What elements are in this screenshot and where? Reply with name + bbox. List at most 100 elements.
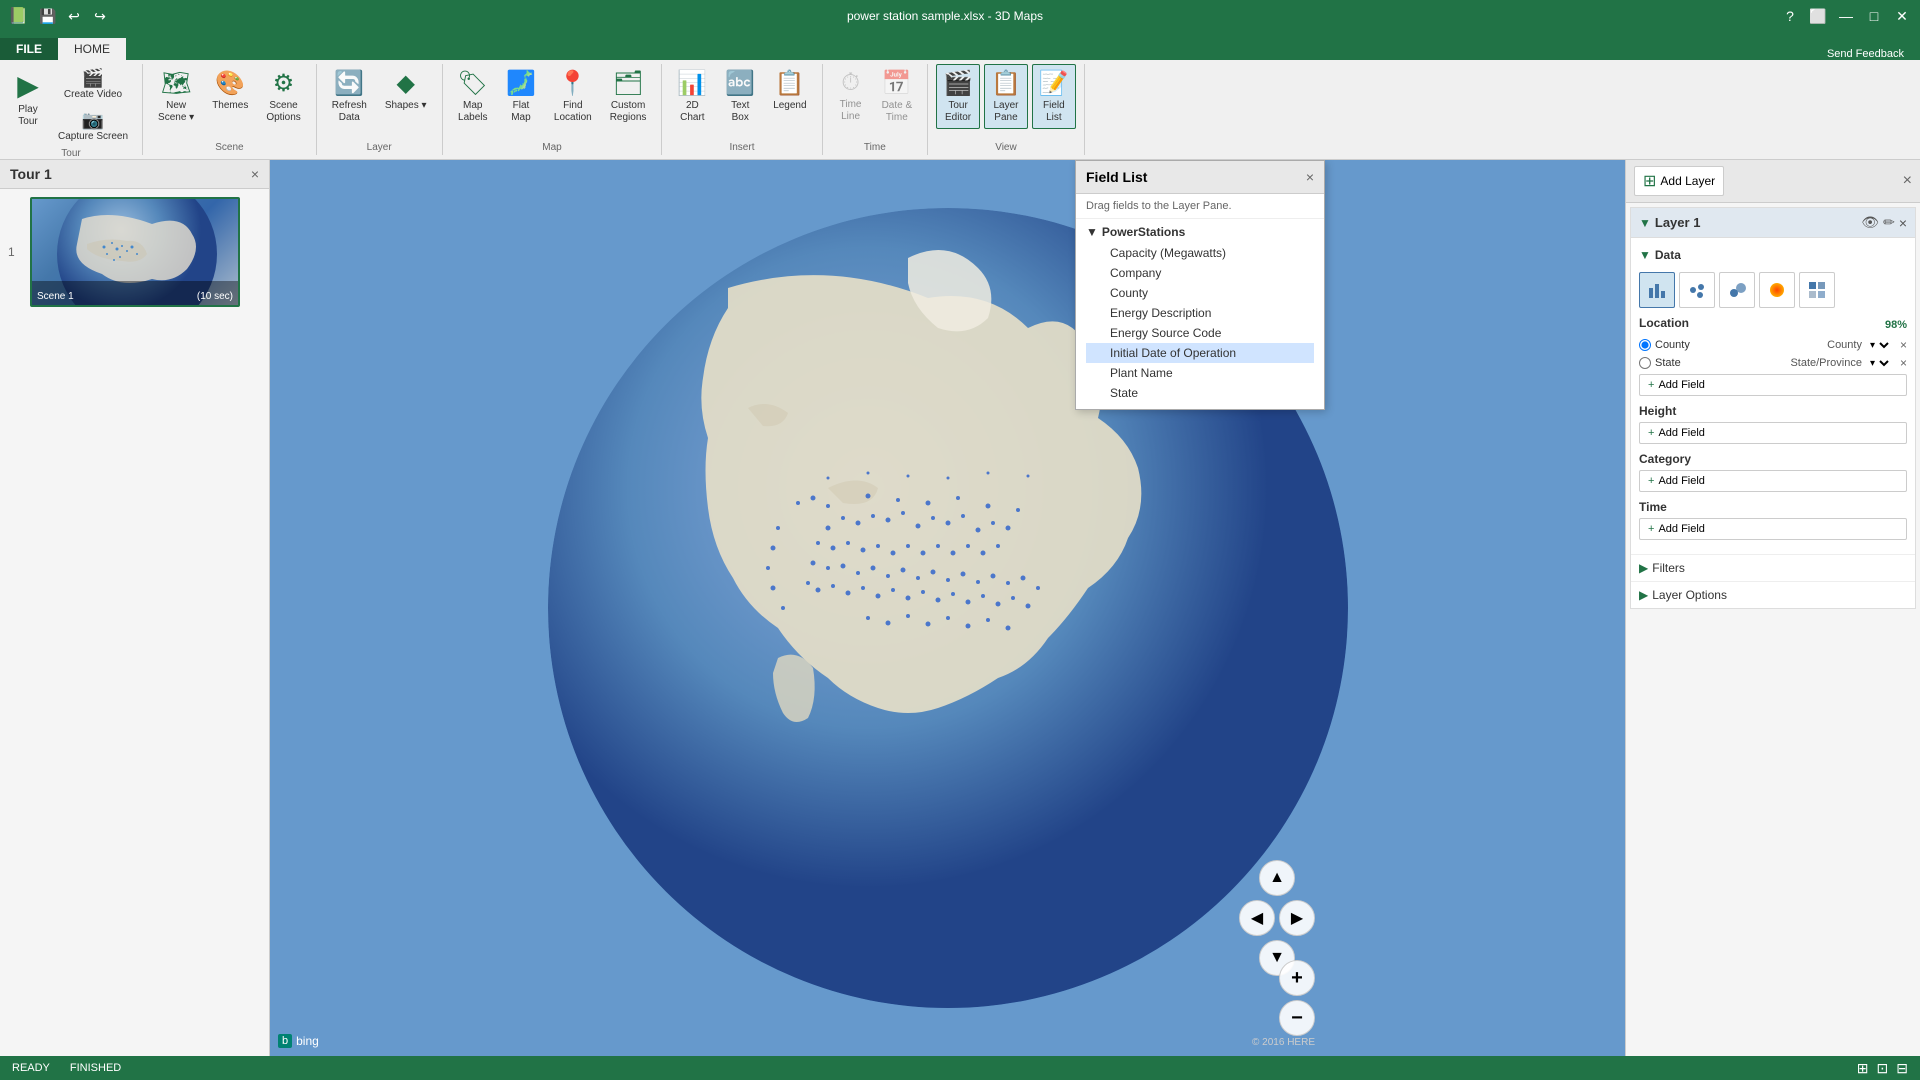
zoom-in-button[interactable]: +: [1279, 960, 1315, 996]
state-remove-button[interactable]: ×: [1900, 356, 1907, 370]
layer-panel-close-button[interactable]: ×: [1903, 172, 1912, 190]
field-group-header[interactable]: ▼ PowerStations: [1086, 225, 1314, 239]
field-list-button[interactable]: 📝 FieldList: [1032, 64, 1076, 129]
add-field-plus-icon: +: [1648, 379, 1654, 391]
field-initial-date[interactable]: Initial Date of Operation: [1086, 343, 1314, 363]
data-section-header[interactable]: ▼ Data: [1639, 244, 1907, 266]
tab-home[interactable]: HOME: [58, 38, 126, 60]
flat-map-icon: 🗾: [506, 69, 536, 98]
collapse-icon: ▼: [1086, 225, 1098, 239]
insert-group-label: Insert: [729, 140, 754, 155]
state-type-dropdown[interactable]: ▾: [1866, 357, 1892, 370]
capture-screen-button[interactable]: 📷 Capture Screen: [52, 106, 134, 146]
scene-item: 1: [8, 197, 261, 307]
county-type-dropdown[interactable]: ▾: [1866, 339, 1892, 352]
scene-options-button[interactable]: ⚙ SceneOptions: [259, 64, 307, 129]
filters-section[interactable]: ▶ Filters: [1631, 554, 1915, 581]
add-layer-button[interactable]: ⊞ Add Layer: [1634, 166, 1724, 196]
play-icon: ▶: [17, 69, 39, 102]
help-icon[interactable]: ?: [1780, 8, 1800, 24]
undo-icon[interactable]: ↩: [64, 8, 84, 25]
field-list-close-button[interactable]: ×: [1306, 169, 1314, 185]
tour-close-button[interactable]: ×: [251, 166, 259, 182]
layer-collapse-icon[interactable]: ▼: [1639, 216, 1651, 230]
viz-cluster-button[interactable]: [1679, 272, 1715, 308]
play-tour-button[interactable]: ▶ PlayTour: [8, 64, 48, 133]
status-icon-2[interactable]: ⊡: [1877, 1060, 1889, 1077]
layer-delete-button[interactable]: ×: [1899, 215, 1907, 231]
time-line-button: ⏱ TimeLine: [831, 64, 871, 128]
field-company[interactable]: Company: [1086, 263, 1314, 283]
category-add-field-button[interactable]: + Add Field: [1639, 470, 1907, 492]
filters-label: Filters: [1652, 561, 1685, 575]
scene-thumbnail[interactable]: Scene 1 (10 sec): [30, 197, 240, 307]
nav-up-button[interactable]: ▲: [1259, 860, 1295, 896]
viz-bubble-button[interactable]: [1719, 272, 1755, 308]
location-add-field-button[interactable]: + Add Field: [1639, 374, 1907, 396]
2d-chart-button[interactable]: 📊 2DChart: [670, 64, 714, 129]
send-feedback-btn[interactable]: Send Feedback: [1827, 48, 1904, 60]
layer-group-items: 🔄 RefreshData ◆ Shapes ▾: [325, 64, 434, 140]
layer-options-section[interactable]: ▶ Layer Options: [1631, 581, 1915, 608]
layer-edit-button[interactable]: ✏: [1883, 214, 1895, 231]
category-section: Category + Add Field: [1639, 452, 1907, 492]
layer-visibility-button[interactable]: 👁: [1861, 214, 1879, 231]
field-state[interactable]: State: [1086, 383, 1314, 403]
field-plant-name[interactable]: Plant Name: [1086, 363, 1314, 383]
redo-icon[interactable]: ↪: [90, 8, 110, 25]
zoom-out-button[interactable]: −: [1279, 1000, 1315, 1036]
map-labels-button[interactable]: 🏷 MapLabels: [451, 64, 495, 129]
minimize-icon[interactable]: —: [1836, 8, 1856, 24]
nav-left-button[interactable]: ◀: [1239, 900, 1275, 936]
time-group-items: ⏱ TimeLine 📅 Date &Time: [831, 64, 920, 140]
save-icon[interactable]: 💾: [38, 8, 58, 25]
legend-button[interactable]: 📋 Legend: [766, 64, 813, 117]
scene-number: 1: [8, 245, 24, 259]
legend-icon: 📋: [775, 69, 805, 98]
location-county-radio[interactable]: [1639, 339, 1651, 351]
new-scene-button[interactable]: 🗺 NewScene ▾: [151, 64, 201, 129]
county-field-name: County: [1655, 339, 1823, 351]
themes-button[interactable]: 🎨 Themes: [205, 64, 255, 117]
custom-regions-button[interactable]: 🗂 CustomRegions: [603, 64, 654, 129]
county-remove-button[interactable]: ×: [1900, 338, 1907, 352]
nav-right-button[interactable]: ▶: [1279, 900, 1315, 936]
status-bar: READY FINISHED ⊞ ⊡ ⊟: [0, 1056, 1920, 1080]
flat-map-button[interactable]: 🗾 FlatMap: [499, 64, 543, 129]
create-video-button[interactable]: 🎬 Create Video: [52, 64, 134, 104]
viz-bar-button[interactable]: [1639, 272, 1675, 308]
text-box-button[interactable]: 🔤 TextBox: [718, 64, 762, 129]
find-location-button[interactable]: 📍 FindLocation: [547, 64, 599, 129]
play-tour-label: PlayTour: [18, 104, 37, 128]
location-state-radio[interactable]: [1639, 357, 1651, 369]
map-labels-icon: 🏷: [458, 69, 488, 98]
layer-pane-button[interactable]: 📋 LayerPane: [984, 64, 1028, 129]
field-capacity[interactable]: Capacity (Megawatts): [1086, 243, 1314, 263]
time-add-field-button[interactable]: + Add Field: [1639, 518, 1907, 540]
bubble-icon: [1727, 280, 1747, 300]
tour-editor-button[interactable]: 🎬 TourEditor: [936, 64, 980, 129]
nav-row: ◀ ▶: [1239, 900, 1315, 936]
map-area[interactable]: ▲ ◀ ▶ ▼ + − b bing © 2016 HERE Field Lis…: [270, 160, 1625, 1056]
maximize-icon[interactable]: □: [1864, 8, 1884, 24]
scene-list: 1: [0, 189, 269, 319]
viz-region-button[interactable]: [1799, 272, 1835, 308]
field-energy-source[interactable]: Energy Source Code: [1086, 323, 1314, 343]
close-icon[interactable]: ✕: [1892, 8, 1912, 25]
tab-file[interactable]: FILE: [0, 38, 58, 60]
field-energy-desc[interactable]: Energy Description: [1086, 303, 1314, 323]
custom-regions-label: CustomRegions: [610, 100, 647, 124]
shapes-button[interactable]: ◆ Shapes ▾: [378, 64, 434, 117]
field-county[interactable]: County: [1086, 283, 1314, 303]
refresh-data-button[interactable]: 🔄 RefreshData: [325, 64, 374, 129]
data-label: Data: [1655, 248, 1681, 262]
ribbon-toggle-icon[interactable]: ⬜: [1808, 8, 1828, 25]
insert-group-items: 📊 2DChart 🔤 TextBox 📋 Legend: [670, 64, 813, 140]
status-icon-3[interactable]: ⊟: [1896, 1060, 1908, 1077]
capture-screen-label: Capture Screen: [58, 131, 128, 142]
viz-heat-button[interactable]: [1759, 272, 1795, 308]
field-list-subtitle: Drag fields to the Layer Pane.: [1076, 194, 1324, 219]
status-icon-1[interactable]: ⊞: [1857, 1060, 1869, 1077]
height-plus-icon: +: [1648, 427, 1654, 439]
height-add-field-button[interactable]: + Add Field: [1639, 422, 1907, 444]
